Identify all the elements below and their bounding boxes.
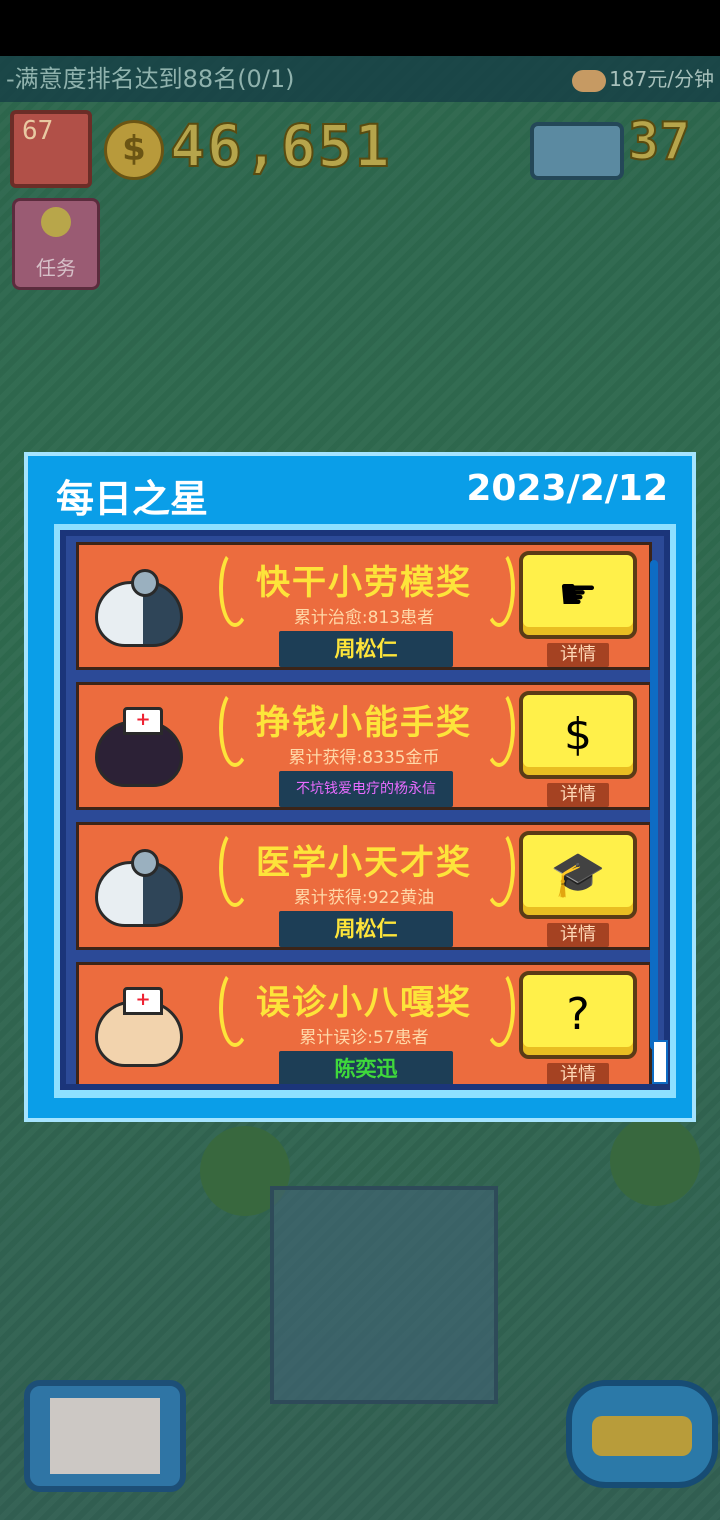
- cat-tv-screen: [50, 1398, 160, 1474]
- award-name: 医学小天才奖: [256, 843, 472, 883]
- level-value: 67: [22, 116, 54, 146]
- money-counter: 46,651: [169, 111, 392, 181]
- detail-button[interactable]: 详情: [547, 923, 609, 947]
- nurse-black-cat-avatar: +: [95, 707, 185, 789]
- gem-counter: 37: [627, 111, 692, 173]
- lightbulb-icon: [41, 207, 71, 237]
- task-button[interactable]: 任务: [12, 198, 100, 290]
- doctor-cat-avatar: [95, 569, 185, 649]
- quest-bar[interactable]: -满意度排名达到88名(0/1) 187元/分钟: [0, 56, 720, 102]
- graduate-cat-icon[interactable]: 🎓: [519, 831, 637, 919]
- detail-button[interactable]: 详情: [547, 643, 609, 667]
- award-stat: 累计获得:922黄油: [293, 888, 435, 908]
- award-name: 快干小劳模奖: [256, 563, 472, 603]
- money-bag-icon[interactable]: $: [519, 691, 637, 779]
- award-name: 误诊小八嘎奖: [256, 983, 472, 1023]
- modal-title: 每日之星: [56, 477, 209, 521]
- task-label: 任务: [36, 256, 76, 280]
- capsule-slot: [592, 1416, 692, 1456]
- award-name: 挣钱小能手奖: [256, 703, 472, 743]
- award-card: 快干小劳模奖 累计治愈:813患者 周松仁 ☛ 详情: [76, 542, 652, 670]
- award-stat: 累计治愈:813患者: [293, 608, 435, 628]
- cat-capsule-button[interactable]: [566, 1380, 718, 1488]
- level-badge[interactable]: 67: [10, 110, 92, 188]
- award-list-frame: 快干小劳模奖 累计治愈:813患者 周松仁 ☛ 详情 + 挣钱小能手奖 累计获得…: [54, 524, 676, 1098]
- piggy-bank-icon: [572, 70, 606, 92]
- award-winner: 周松仁: [279, 631, 453, 667]
- scrollbar-thumb[interactable]: [652, 1040, 668, 1084]
- coin-icon: $: [104, 120, 164, 180]
- scrollbar-track[interactable]: [650, 560, 658, 1050]
- gem-icon[interactable]: [530, 122, 624, 180]
- detail-button[interactable]: 详情: [547, 783, 609, 807]
- award-card: + 挣钱小能手奖 累计获得:8335金币 不坑钱爱电疗的杨永信 $ 详情: [76, 682, 652, 810]
- award-stat: 累计获得:8335金币: [288, 748, 440, 768]
- tv-button[interactable]: [24, 1380, 186, 1492]
- nurse-tan-cat-avatar: +: [95, 987, 185, 1069]
- award-winner: 陈奕迅: [279, 1051, 453, 1084]
- income-rate: 187元/分钟: [609, 67, 714, 91]
- modal-date: 2023/2/12: [466, 468, 668, 509]
- detail-button[interactable]: 详情: [547, 1063, 609, 1084]
- award-list[interactable]: 快干小劳模奖 累计治愈:813患者 周松仁 ☛ 详情 + 挣钱小能手奖 累计获得…: [60, 530, 670, 1090]
- daily-star-modal: 每日之星 2023/2/12 快干小劳模奖 累计治愈:813患者 周松仁 ☛ 详…: [24, 452, 696, 1122]
- confused-cat-icon[interactable]: ?: [519, 971, 637, 1059]
- award-card: + 误诊小八嘎奖 累计误诊:57患者 陈奕迅 ? 详情: [76, 962, 652, 1084]
- status-bar: [0, 0, 720, 56]
- award-card: 医学小天才奖 累计获得:922黄油 周松仁 🎓 详情: [76, 822, 652, 950]
- award-winner: 周松仁: [279, 911, 453, 947]
- award-winner: 不坑钱爱电疗的杨永信: [279, 771, 453, 807]
- quest-text: -满意度排名达到88名(0/1): [6, 65, 295, 93]
- doctor-cat-avatar: [95, 849, 185, 929]
- award-stat: 累计误诊:57患者: [299, 1028, 429, 1048]
- pointing-hand-icon[interactable]: ☛: [519, 551, 637, 639]
